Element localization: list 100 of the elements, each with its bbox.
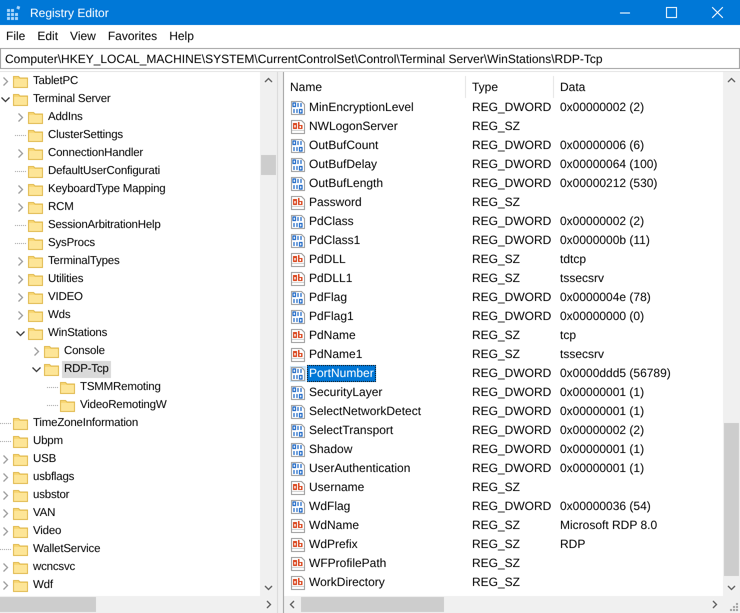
vertical-scrollbar[interactable] [723, 72, 740, 596]
value-name[interactable]: OutBufCount [307, 137, 380, 154]
value-name[interactable]: PdDLL [307, 251, 348, 268]
horizontal-scrollbar[interactable] [284, 596, 740, 613]
string-value-icon [290, 118, 306, 134]
value-name[interactable]: PdFlag1 [307, 308, 356, 325]
table-cell: REG_SZ [472, 575, 520, 589]
menu-item[interactable]: View [64, 29, 102, 43]
tree-item[interactable]: TSMMRemoting [78, 378, 163, 396]
binary-value-icon [290, 290, 306, 306]
tree-item[interactable]: SysProcs [46, 234, 97, 252]
value-name[interactable]: PdName [307, 327, 358, 344]
table-cell: 0x00000212 (530) [560, 176, 658, 190]
column-header[interactable]: Type [466, 76, 554, 98]
tree-item[interactable]: WalletService [31, 540, 102, 558]
menu-item[interactable]: Help [163, 29, 200, 43]
value-name[interactable]: Username [307, 479, 366, 496]
folder-icon [13, 74, 28, 88]
string-value-icon [290, 346, 306, 362]
tree-item[interactable]: wcncsvc [31, 558, 78, 576]
scrollbar-thumb[interactable] [0, 597, 96, 612]
menu-item[interactable]: Favorites [102, 29, 164, 43]
tree-item[interactable]: TerminalTypes [46, 252, 122, 270]
value-name[interactable]: WFProfilePath [307, 555, 388, 572]
tree-item[interactable]: RCM [46, 198, 76, 216]
column-header[interactable]: Data [554, 76, 723, 98]
tree-item[interactable]: VideoRemotingW [78, 396, 168, 414]
tree-item[interactable]: Video [31, 522, 64, 540]
folder-icon [28, 218, 43, 232]
value-name[interactable]: WdFlag [307, 498, 352, 515]
tree-item[interactable]: WinStations [46, 324, 110, 342]
value-name[interactable]: SelectTransport [307, 422, 396, 439]
value-name[interactable]: OutBufLength [307, 175, 386, 192]
scrollbar-thumb[interactable] [724, 423, 739, 576]
value-name[interactable]: PdName1 [307, 346, 364, 363]
folder-icon [28, 290, 43, 304]
tree-item[interactable]: Console [62, 342, 107, 360]
value-name[interactable]: SelectNetworkDetect [307, 403, 424, 420]
value-name[interactable]: PortNumber [307, 365, 376, 382]
tree-item[interactable]: RDP-Tcp [62, 360, 111, 378]
table-cell: 0x00000036 (54) [560, 499, 651, 513]
tree-item[interactable]: VAN [31, 504, 58, 522]
value-name[interactable]: UserAuthentication [307, 460, 412, 477]
table-cell: REG_DWORD [472, 404, 552, 418]
column-header[interactable]: Name [284, 76, 466, 98]
tree-item[interactable]: VIDEO [46, 288, 85, 306]
value-name[interactable]: MinEncryptionLevel [307, 99, 416, 116]
table-cell: REG_DWORD [472, 442, 552, 456]
value-name[interactable]: NWLogonServer [307, 118, 400, 135]
scrollbar-thumb[interactable] [261, 155, 276, 175]
tree-item[interactable]: USB [31, 450, 58, 468]
scrollbar-thumb[interactable] [301, 597, 444, 612]
value-name[interactable]: WorkDirectory [307, 574, 387, 591]
menu-item[interactable]: File [0, 29, 32, 43]
tree-item[interactable]: Ubpm [31, 432, 65, 450]
tree-item[interactable]: ClusterSettings [46, 126, 125, 144]
value-name[interactable]: Password [307, 194, 364, 211]
value-name[interactable]: WdName [307, 517, 362, 534]
value-name[interactable]: PdDLL1 [307, 270, 354, 287]
maximize-icon[interactable] [666, 7, 676, 18]
menu-item[interactable]: Edit [31, 29, 64, 43]
value-name[interactable]: PdClass [307, 213, 356, 230]
string-value-icon [290, 252, 306, 268]
folder-icon [28, 326, 43, 340]
close-icon[interactable] [712, 7, 722, 18]
value-name[interactable]: PdFlag [307, 289, 350, 306]
table-cell: REG_DWORD [472, 423, 552, 437]
tree-item[interactable]: Wdf [31, 576, 55, 594]
tree-item[interactable]: SessionArbitrationHelp [46, 216, 163, 234]
value-name[interactable]: OutBufDelay [307, 156, 380, 173]
tree-item[interactable]: ConnectionHandler [46, 144, 146, 162]
value-name[interactable]: SecurityLayer [307, 384, 384, 401]
table-cell: 0x00000001 (1) [560, 385, 644, 399]
value-name[interactable]: PdClass1 [307, 232, 362, 249]
horizontal-scrollbar[interactable] [0, 596, 277, 613]
address-field[interactable]: Computer\HKEY_LOCAL_MACHINE\SYSTEM\CurrentControlSet\Control\Terminal Server\WinStations\RDP-Tcp [0, 48, 740, 69]
value-name[interactable]: WdPrefix [307, 536, 360, 553]
folder-icon [13, 434, 28, 448]
table-cell: REG_DWORD [472, 290, 552, 304]
table-cell: REG_SZ [472, 347, 520, 361]
tree-item[interactable]: AddIns [46, 108, 85, 126]
tree-item[interactable]: TimeZoneInformation [31, 414, 140, 432]
value-name[interactable]: Shadow [307, 441, 354, 458]
folder-icon [28, 164, 43, 178]
tree-item[interactable]: Terminal Server [31, 90, 113, 108]
tree-item[interactable]: KeyboardType Mapping [46, 180, 168, 198]
tree-item[interactable]: DefaultUserConfigurati [46, 162, 162, 180]
binary-value-icon [290, 308, 306, 324]
binary-value-icon [290, 232, 306, 248]
string-value-icon [290, 574, 306, 590]
tree-item[interactable]: Utilities [46, 270, 86, 288]
binary-value-icon [290, 498, 306, 514]
tree-item[interactable]: TabletPC [31, 72, 80, 90]
vertical-scrollbar[interactable] [260, 72, 277, 596]
table-cell: 0x00000001 (1) [560, 461, 644, 475]
tree-item[interactable]: usbstor [31, 486, 72, 504]
table-cell: Microsoft RDP 8.0 [560, 518, 658, 532]
tree-item[interactable]: Wds [46, 306, 72, 324]
tree-item[interactable]: usbflags [31, 468, 76, 486]
table-cell: 0x0000004e (78) [560, 290, 651, 304]
